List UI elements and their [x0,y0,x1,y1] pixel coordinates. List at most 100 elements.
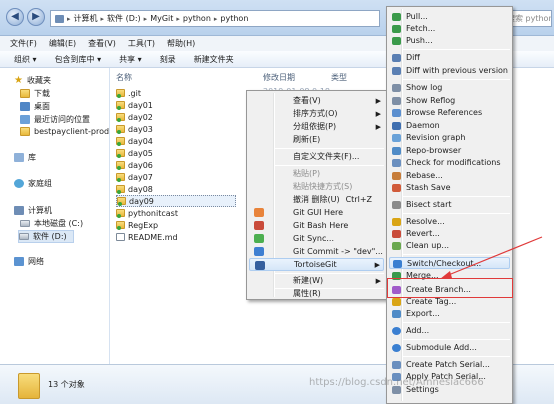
menu-file[interactable]: 文件(F) [10,38,37,49]
file-row-readme[interactable]: README.md [116,231,236,243]
column-header-date[interactable]: 修改日期 [263,72,295,83]
menu-item-submodule-add[interactable]: Submodule Add... [389,342,510,354]
hard-drive-icon [19,233,29,240]
menu-item-paste-shortcut[interactable]: 粘贴快捷方式(S) [249,180,384,193]
menu-item-label: Pull... [406,12,428,21]
clean-up-icon [392,242,401,250]
menu-item-bisect-start[interactable]: Bisect start [389,199,510,211]
menu-item-paste[interactable]: 粘贴(P) [249,167,384,180]
menu-item-revert[interactable]: Revert... [389,228,510,240]
menu-item-export[interactable]: Export... [389,308,510,320]
include-in-library-button[interactable]: 包含到库中 ▾ [55,54,102,65]
nav-label: 本地磁盘 (C:) [34,219,84,228]
menu-item-label: 分组依据(P) [293,122,337,131]
menu-view[interactable]: 查看(V) [88,38,116,49]
nav-downloads[interactable]: 下载 [20,88,50,99]
menu-item-push[interactable]: Push... [389,35,510,47]
menu-item-browse-references[interactable]: Browse References [389,107,510,119]
nav-network[interactable]: 网络 [14,256,44,267]
breadcrumb-python-current[interactable]: python [220,14,248,23]
menu-item-add[interactable]: Add... [389,325,510,337]
homegroup-icon [14,179,24,188]
nav-homegroup[interactable]: 家庭组 [14,178,52,189]
file-row-day05[interactable]: day05 [116,147,236,159]
menu-item-label: TortoiseGit [294,260,337,269]
menu-item-sort[interactable]: 排序方式(O) ▶ [249,107,384,120]
file-row-day07[interactable]: day07 [116,171,236,183]
file-row-regexp[interactable]: RegExp [116,219,236,231]
menu-item-git-commit[interactable]: Git Commit -> "dev"... [249,245,384,258]
file-row-git[interactable]: .git [116,87,236,99]
column-header-name[interactable]: 名称 [116,72,132,83]
menu-item-refresh[interactable]: 刷新(E) [249,133,384,146]
burn-button[interactable]: 刻录 [160,54,176,65]
tortoisegit-submenu: Pull... Fetch... Push... Diff Diff with … [386,6,513,404]
menu-edit[interactable]: 编辑(E) [49,38,76,49]
nav-drive-d[interactable]: 软件 (D:) [18,230,74,243]
menu-help[interactable]: 帮助(H) [167,38,195,49]
nav-desktop[interactable]: 桌面 [20,101,50,112]
menu-item-stash-save[interactable]: Stash Save [389,182,510,194]
menu-item-create-patch[interactable]: Create Patch Serial... [389,359,510,371]
library-icon [14,153,24,162]
menu-item-pull[interactable]: Pull... [389,11,510,23]
menu-item-daemon[interactable]: Daemon [389,120,510,132]
column-header-type[interactable]: 类型 [331,72,347,83]
menu-item-customize[interactable]: 自定义文件夹(F)... [249,150,384,163]
breadcrumb-mygit[interactable]: MyGit [150,14,173,23]
nav-label: 计算机 [28,206,52,215]
menu-item-tortoisegit[interactable]: TortoiseGit ▶ [249,258,384,271]
resolve-icon [392,218,401,226]
breadcrumb-python[interactable]: python [183,14,211,23]
menu-item-new[interactable]: 新建(W) ▶ [249,274,384,287]
menu-item-view[interactable]: 查看(V) ▶ [249,94,384,107]
nav-pinned-folder[interactable]: bestpayclient-prod [20,127,109,136]
new-folder-button[interactable]: 新建文件夹 [194,54,234,65]
nav-libraries[interactable]: 库 [14,152,36,163]
revert-icon [392,230,401,238]
organize-button[interactable]: 组织 ▾ [14,54,37,65]
file-row-day02[interactable]: day02 [116,111,236,123]
menu-item-git-sync[interactable]: Git Sync... [249,232,384,245]
menu-tools[interactable]: 工具(T) [128,38,155,49]
file-row-day06[interactable]: day06 [116,159,236,171]
menu-item-rebase[interactable]: Rebase... [389,170,510,182]
menu-item-switch-checkout[interactable]: Switch/Checkout... [389,257,510,269]
nav-computer[interactable]: 计算机 [14,205,52,216]
breadcrumb-drive-d[interactable]: 软件 (D:) [107,13,141,24]
menu-item-git-gui[interactable]: Git GUI Here [249,206,384,219]
file-row-pythonitcast[interactable]: pythonitcast [116,207,236,219]
file-row-day04[interactable]: day04 [116,135,236,147]
file-row-day08[interactable]: day08 [116,183,236,195]
folder-icon [18,373,40,399]
menu-item-git-bash[interactable]: Git Bash Here [249,219,384,232]
menu-item-repo-browser[interactable]: Repo-browser [389,145,510,157]
menu-item-show-log[interactable]: Show log [389,82,510,94]
reflog-icon [392,97,401,105]
log-icon [392,84,401,92]
nav-label: 软件 (D:) [33,232,67,241]
forward-button[interactable]: ▶ [27,8,45,26]
nav-drive-c[interactable]: 本地磁盘 (C:) [20,218,83,229]
nav-favorites[interactable]: ★ 收藏夹 [14,75,51,86]
breadcrumb-computer[interactable]: 计算机 [74,13,98,24]
file-row-day01[interactable]: day01 [116,99,236,111]
nav-recent[interactable]: 最近访问的位置 [20,114,90,125]
file-row-day09[interactable]: day09 [116,195,236,207]
menu-item-undo-delete[interactable]: 撤消 删除(U) Ctrl+Z [249,193,384,206]
address-bar[interactable]: ▸ 计算机 ▸ 软件 (D:) ▸ MyGit ▸ python ▸ pytho… [50,10,380,27]
menu-item-fetch[interactable]: Fetch... [389,23,510,35]
menu-item-label: Add... [406,326,430,335]
menu-item-group[interactable]: 分组依据(P) ▶ [249,120,384,133]
back-button[interactable]: ◀ [6,8,24,26]
menu-item-resolve[interactable]: Resolve... [389,216,510,228]
menu-item-show-reflog[interactable]: Show Reflog [389,95,510,107]
menu-item-diff[interactable]: Diff [389,52,510,64]
menu-item-diff-previous[interactable]: Diff with previous version [389,65,510,77]
menu-item-properties[interactable]: 属性(R) [249,287,384,300]
menu-item-check-modifications[interactable]: Check for modifications [389,157,510,169]
share-button[interactable]: 共享 ▾ [119,54,142,65]
file-row-day03[interactable]: day03 [116,123,236,135]
menu-item-clean-up[interactable]: Clean up... [389,240,510,252]
menu-item-revision-graph[interactable]: Revision graph [389,132,510,144]
